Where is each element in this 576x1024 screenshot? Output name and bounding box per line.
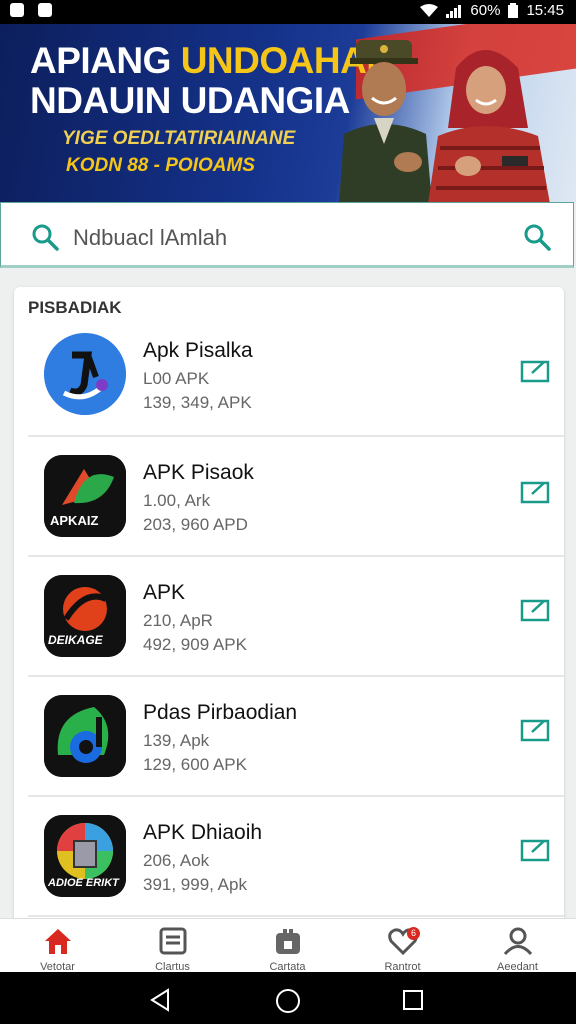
shield-icon: DEIKAGE [44, 575, 126, 657]
nav-item-favorites[interactable]: 6 Rantrot [345, 919, 460, 973]
battery-icon [508, 3, 519, 18]
nav-item-list[interactable]: Clartus [115, 919, 230, 973]
banner-subtitle: YIGE OEDLTATIRIAINANE [62, 128, 296, 149]
home-icon [45, 929, 71, 954]
search-icon [32, 224, 59, 251]
app-size: 139, Apk [143, 731, 210, 750]
app-icon-label: DEIKAGE [48, 633, 103, 647]
green-note-icon [44, 695, 126, 777]
app-downloads: 492, 909 APK [143, 635, 247, 654]
nav-item-bag[interactable]: Cartata [230, 919, 345, 973]
banner-tagline: KODN 88 - POIOAMS [66, 155, 255, 176]
app-size: L00 APK [143, 369, 210, 388]
open-external-icon[interactable] [520, 480, 550, 504]
user-icon [503, 927, 533, 955]
open-external-icon[interactable] [520, 359, 550, 383]
notification-badge: 6 [407, 927, 420, 940]
banner-title-line2: NDAUIN UDANGIA [30, 80, 350, 121]
app-name: APK Dhiaoih [143, 821, 263, 844]
notification-icon [38, 3, 52, 17]
bag-icon [276, 929, 300, 954]
list-icon [159, 927, 187, 955]
app-downloads: 391, 999, Apk [143, 875, 247, 894]
list-item[interactable]: APKAIZ APK Pisaok 1.00, Ark 203, 960 APD [28, 437, 564, 557]
app-size: 210, ApR [143, 611, 213, 630]
app-size: 206, Aok [143, 851, 210, 870]
app-name: Apk Pisalka [143, 339, 253, 362]
search-submit-icon[interactable] [523, 223, 551, 251]
signal-icon [446, 4, 462, 18]
nav-item-account[interactable]: Aeedant [460, 919, 575, 973]
section-header: PISBADIAK [28, 298, 122, 317]
divider [28, 915, 564, 917]
app-downloads: 129, 600 APK [143, 755, 247, 774]
open-external-icon[interactable] [520, 718, 550, 742]
woman-portrait [428, 50, 550, 202]
battery-level: 60% [470, 2, 501, 19]
search-bar[interactable]: Ndbuacl lAmlah [0, 202, 574, 268]
app-name: APK Pisaok [143, 461, 254, 484]
home-circle-icon[interactable] [275, 988, 301, 1014]
system-nav-bar [0, 972, 576, 1024]
recents-icon[interactable] [402, 989, 424, 1011]
wifi-icon [420, 3, 439, 17]
open-external-icon[interactable] [520, 838, 550, 862]
list-item[interactable]: Apk Pisalka L00 APK 139, 349, APK [28, 317, 564, 437]
list-item[interactable]: DEIKAGE APK 210, ApR 492, 909 APK [28, 557, 564, 677]
open-external-icon[interactable] [520, 598, 550, 622]
app-list-card: PISBADIAK Apk Pisalka L00 APK 139, 349, … [14, 287, 564, 927]
clock: 15:45 [526, 2, 564, 19]
app-size: 1.00, Ark [143, 491, 211, 510]
back-icon[interactable] [148, 988, 172, 1012]
bottom-nav: Vetotar Clartus Cartata 6 Rantrot Aeedan… [0, 918, 576, 973]
music-note-icon [44, 333, 126, 415]
list-item[interactable]: Pdas Pirbaodian 139, Apk 129, 600 APK [28, 677, 564, 797]
search-input[interactable]: Ndbuacl lAmlah [73, 225, 227, 251]
list-item[interactable]: ADIOE ERIKT APK Dhiaoih 206, Aok 391, 99… [28, 797, 564, 917]
promo-banner[interactable]: APIANG UNDOAHAN NDAUIN UDANGIA YIGE OEDL… [0, 24, 576, 202]
status-bar: 60% 15:45 [0, 0, 576, 24]
rainbow-cube-icon: ADIOE ERIKT [44, 815, 126, 897]
app-icon-label: APKAIZ [50, 513, 99, 528]
app-downloads: 203, 960 APD [143, 515, 248, 534]
app-name: APK [143, 581, 186, 604]
app-name: Pdas Pirbaodian [143, 701, 298, 724]
leaf-icon: APKAIZ [44, 455, 126, 537]
nav-item-home[interactable]: Vetotar [0, 919, 115, 973]
app-icon-label: ADIOE ERIKT [48, 877, 119, 889]
app-downloads: 139, 349, APK [143, 393, 252, 412]
notification-icon [10, 3, 24, 17]
